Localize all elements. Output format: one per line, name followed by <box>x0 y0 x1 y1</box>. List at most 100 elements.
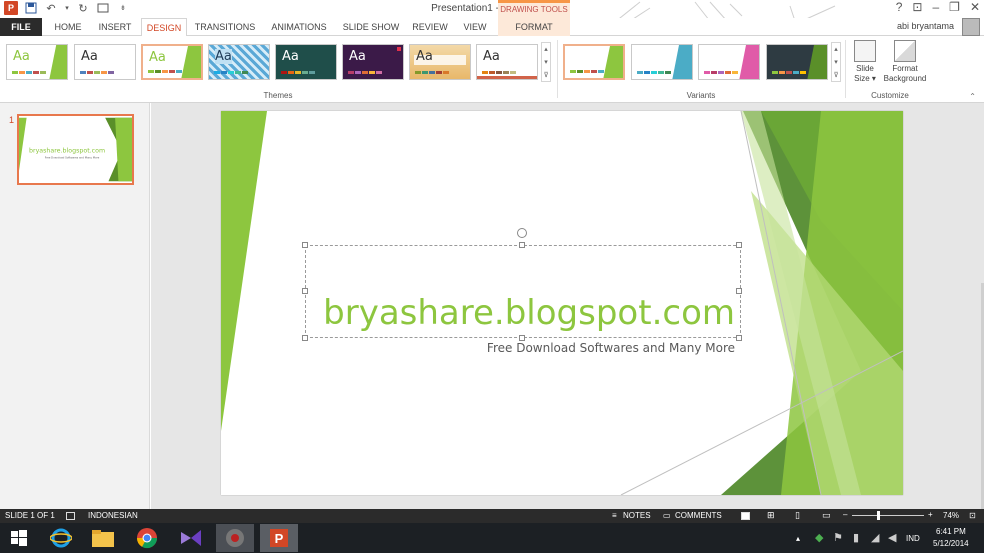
power-icon[interactable]: ▮ <box>853 531 859 544</box>
resize-handle[interactable] <box>519 242 525 248</box>
comments-button[interactable]: COMMENTS <box>675 511 722 520</box>
tray-app-icon[interactable]: ◆ <box>815 531 823 544</box>
collapse-ribbon-icon[interactable]: ⌃ <box>969 92 976 101</box>
taskbar-internet-explorer[interactable] <box>42 524 80 552</box>
resize-handle[interactable] <box>302 335 308 341</box>
clock-time[interactable]: 6:41 PM <box>936 527 966 536</box>
variant-thumbnail-3[interactable] <box>698 44 760 80</box>
zoom-slider-thumb[interactable] <box>877 511 880 520</box>
zoom-slider[interactable] <box>852 515 924 516</box>
scroll-down-icon[interactable]: ▾ <box>834 58 838 66</box>
scroll-up-icon[interactable]: ▴ <box>544 45 548 53</box>
variant-thumbnail-2[interactable] <box>631 44 693 80</box>
spell-check-icon[interactable] <box>66 512 75 520</box>
fit-slide-icon[interactable]: ⊡ <box>969 511 976 520</box>
comments-icon[interactable]: ▭ <box>663 511 671 520</box>
theme-color-bars <box>80 71 114 74</box>
zoom-level[interactable]: 74% <box>943 511 959 520</box>
slide-editor[interactable]: bryashare.blogspot.com Free Download Sof… <box>151 103 984 509</box>
resize-handle[interactable] <box>302 242 308 248</box>
slide-thumbnail[interactable]: bryashare.blogspot.com Free Download Sof… <box>17 114 134 185</box>
slide-canvas[interactable]: bryashare.blogspot.com Free Download Sof… <box>221 111 903 495</box>
taskbar-file-explorer[interactable] <box>84 524 122 552</box>
theme-shape <box>181 46 201 78</box>
zoom-out-button[interactable]: – <box>843 510 847 519</box>
notes-button[interactable]: NOTES <box>623 511 651 520</box>
minimize-button[interactable]: – <box>932 0 939 14</box>
variant-thumbnail-1[interactable] <box>563 44 625 80</box>
format-background-button[interactable]: Format Background <box>880 40 930 84</box>
normal-view-icon[interactable] <box>741 512 750 520</box>
tab-home[interactable]: HOME <box>48 18 88 36</box>
slide-size-label: Slide <box>856 64 874 73</box>
format-background-icon <box>894 40 916 62</box>
slide-thumbnail-pane[interactable]: 1 bryashare.blogspot.com Free Download S… <box>0 103 150 509</box>
theme-thumbnail-organic[interactable]: Aa <box>409 44 471 80</box>
resize-handle[interactable] <box>736 335 742 341</box>
theme-thumbnail-retrospect[interactable]: Aa <box>476 44 538 80</box>
tab-animations[interactable]: ANIMATIONS <box>264 18 334 36</box>
resize-handle[interactable] <box>736 288 742 294</box>
more-icon[interactable]: ⊽ <box>833 71 838 79</box>
theme-shape <box>477 76 537 79</box>
volume-icon[interactable]: ◀ <box>888 531 896 544</box>
notes-icon[interactable]: ≡ <box>612 511 617 520</box>
user-name[interactable]: abi bryantama <box>897 21 954 31</box>
tab-transitions[interactable]: TRANSITIONS <box>192 18 258 36</box>
ribbon-display-options-button[interactable]: ⊡ <box>912 0 922 14</box>
variants-gallery-scroll[interactable]: ▴ ▾ ⊽ <box>831 42 841 82</box>
taskbar-powerpoint[interactable]: P <box>260 524 298 552</box>
theme-thumbnail-integral[interactable]: Aa <box>208 44 270 80</box>
slide-title[interactable]: bryashare.blogspot.com <box>321 293 735 333</box>
tab-view[interactable]: VIEW <box>458 18 492 36</box>
resize-handle[interactable] <box>736 242 742 248</box>
clock-date[interactable]: 5/12/2014 <box>933 539 969 548</box>
windows-taskbar: P ▴ ◆ ⚑ ▮ ◢ ◀ IND 6:41 PM 5/12/2014 <box>0 523 984 553</box>
start-button[interactable] <box>0 524 38 552</box>
help-button[interactable]: ? <box>896 0 903 14</box>
scroll-down-icon[interactable]: ▾ <box>544 58 548 66</box>
resize-handle[interactable] <box>302 288 308 294</box>
theme-thumbnail-office-plain[interactable]: Aa <box>74 44 136 80</box>
slide-subtitle[interactable]: Free Download Softwares and Many More <box>371 341 735 355</box>
theme-thumbnail-facet[interactable]: Aa <box>141 44 203 80</box>
language-indicator[interactable]: INDONESIAN <box>88 511 138 520</box>
action-center-icon[interactable]: ⚑ <box>833 531 843 544</box>
slide-size-label-2: Size ▾ <box>854 74 876 83</box>
theme-color-bars <box>415 71 449 74</box>
variant-thumbnail-4[interactable] <box>766 44 828 80</box>
tab-slide-show[interactable]: SLIDE SHOW <box>340 18 402 36</box>
svg-text:P: P <box>275 531 284 546</box>
variant-shape <box>807 45 827 79</box>
avatar[interactable] <box>962 18 980 36</box>
slide-sorter-icon[interactable]: ⊞ <box>767 510 775 521</box>
drawing-tools-context-label: DRAWING TOOLS <box>498 0 570 18</box>
variant-color-bars <box>704 71 738 74</box>
network-icon[interactable]: ◢ <box>871 531 879 544</box>
theme-thumbnail-office[interactable]: Aa <box>6 44 68 80</box>
slide-size-button[interactable]: Slide Size ▾ <box>851 40 879 84</box>
close-button[interactable]: ✕ <box>970 0 980 14</box>
restore-button[interactable]: ❐ <box>949 0 960 14</box>
slide-show-icon[interactable]: ▭ <box>822 510 831 521</box>
reading-view-icon[interactable]: ▯ <box>795 510 800 521</box>
tab-review[interactable]: REVIEW <box>408 18 452 36</box>
theme-thumbnail-ion-boardroom[interactable]: Aa <box>342 44 404 80</box>
tab-design[interactable]: DESIGN <box>141 18 187 37</box>
tray-overflow-icon[interactable]: ▴ <box>796 534 800 543</box>
theme-shape <box>49 45 67 79</box>
tab-insert[interactable]: INSERT <box>94 18 136 36</box>
zoom-in-button[interactable]: + <box>928 510 933 519</box>
taskbar-chrome[interactable] <box>128 524 166 552</box>
tab-file[interactable]: FILE <box>0 18 42 36</box>
format-background-label: Format <box>892 64 918 73</box>
tray-language[interactable]: IND <box>906 534 920 543</box>
tab-format[interactable]: FORMAT <box>498 18 570 36</box>
themes-gallery-scroll[interactable]: ▴ ▾ ⊽ <box>541 42 551 82</box>
taskbar-media-app[interactable] <box>216 524 254 552</box>
more-icon[interactable]: ⊽ <box>543 71 548 79</box>
theme-thumbnail-ion[interactable]: Aa <box>275 44 337 80</box>
rotation-handle[interactable] <box>517 228 527 238</box>
scroll-up-icon[interactable]: ▴ <box>834 45 838 53</box>
taskbar-visual-studio[interactable] <box>172 524 210 552</box>
